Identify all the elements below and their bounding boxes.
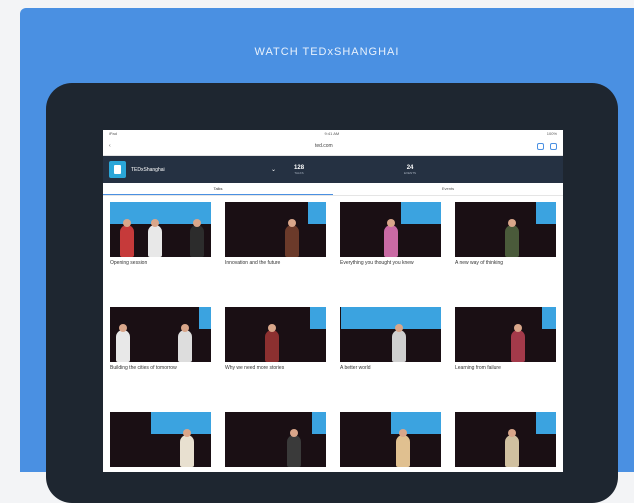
stat-talks[interactable]: 128 TALKS	[294, 165, 304, 175]
video-thumbnail[interactable]	[340, 202, 441, 257]
video-card[interactable]	[340, 412, 441, 472]
video-title[interactable]: Opening session	[110, 260, 211, 274]
banner-title: WATCH TEDxSHANGHAI	[254, 46, 400, 58]
url-text[interactable]: ted.com	[111, 143, 537, 149]
tabs-icon[interactable]	[550, 142, 557, 150]
tab-talks[interactable]: Talks	[103, 183, 333, 195]
video-title[interactable]: Building the cities of tomorrow	[110, 365, 211, 379]
app-header: TEDxShanghai ⌄ 128 TALKS 24 EVENTS	[103, 156, 563, 183]
status-bar: iPad 9:41 AM 100%	[103, 130, 563, 137]
video-title[interactable]: Learning from failure	[455, 365, 556, 379]
video-card[interactable]: A new way of thinking	[455, 202, 556, 297]
video-card[interactable]: Building the cities of tomorrow	[110, 307, 211, 402]
video-title[interactable]: A better world	[340, 365, 441, 379]
video-card[interactable]: Innovation and the future	[225, 202, 326, 297]
video-card[interactable]: Everything you thought you knew	[340, 202, 441, 297]
share-icon[interactable]	[537, 142, 544, 150]
video-thumbnail[interactable]	[225, 307, 326, 362]
video-thumbnail[interactable]	[340, 307, 441, 362]
content-tabs: Talks Events	[103, 183, 563, 196]
video-card[interactable]: Opening session	[110, 202, 211, 297]
video-thumbnail[interactable]	[340, 412, 441, 467]
status-battery: 100%	[546, 131, 557, 136]
video-card[interactable]: Learning from failure	[455, 307, 556, 402]
video-grid: Opening session Innovation and the future…	[103, 196, 563, 472]
status-left: iPad	[109, 131, 118, 136]
video-title[interactable]: Innovation and the future	[225, 260, 326, 274]
video-thumbnail[interactable]	[455, 412, 556, 467]
tab-events[interactable]: Events	[333, 183, 563, 195]
tablet-screen: iPad 9:41 AM 100% ‹ ted.com TEDxShanghai…	[103, 130, 563, 472]
video-thumbnail[interactable]	[225, 202, 326, 257]
video-card[interactable]	[110, 412, 211, 472]
video-card[interactable]: Why we need more stories	[225, 307, 326, 402]
video-thumbnail[interactable]	[455, 307, 556, 362]
video-title[interactable]: Why we need more stories	[225, 365, 326, 379]
stat-label: EVENTS	[404, 170, 417, 175]
chevron-down-icon[interactable]: ⌄	[271, 166, 276, 173]
stat-events[interactable]: 24 EVENTS	[404, 165, 416, 175]
video-card[interactable]	[455, 412, 556, 472]
app-logo-icon	[109, 161, 126, 178]
status-time: 9:41 AM	[324, 131, 340, 136]
video-title[interactable]: A new way of thinking	[455, 260, 556, 274]
video-thumbnail[interactable]	[110, 412, 211, 467]
video-thumbnail[interactable]	[455, 202, 556, 257]
video-card[interactable]: A better world	[340, 307, 441, 402]
browser-url-bar[interactable]: ‹ ted.com	[103, 137, 563, 156]
video-thumbnail[interactable]	[225, 412, 326, 467]
video-card[interactable]	[225, 412, 326, 472]
stat-label: TALKS	[294, 170, 304, 175]
app-name: TEDxShanghai	[131, 166, 165, 173]
video-thumbnail[interactable]	[110, 202, 211, 257]
video-thumbnail[interactable]	[110, 307, 211, 362]
video-title[interactable]: Everything you thought you knew	[340, 260, 441, 274]
